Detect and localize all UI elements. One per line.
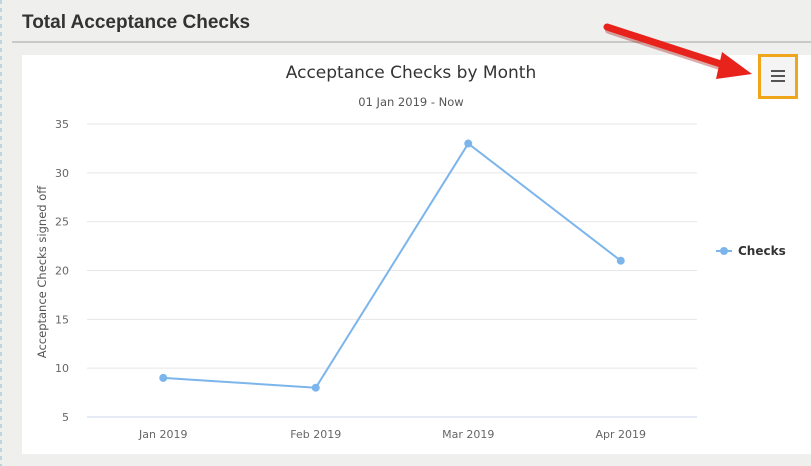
y-tick-label: 20	[55, 265, 69, 278]
y-tick-label: 30	[55, 167, 69, 180]
y-tick-label: 5	[62, 411, 69, 424]
legend-symbol	[720, 247, 728, 255]
series-line	[163, 142, 622, 389]
left-border-decoration	[0, 0, 2, 466]
chart-subtitle: 01 Jan 2019 - Now	[358, 95, 463, 109]
x-tick-label: Jan 2019	[138, 428, 187, 441]
hamburger-menu-icon	[771, 70, 785, 85]
title-divider	[12, 41, 811, 43]
y-tick-label: 10	[55, 362, 69, 375]
chart-panel: Acceptance Checks by Month 01 Jan 2019 -…	[22, 55, 811, 454]
x-tick-label: Mar 2019	[442, 428, 494, 441]
x-tick-label: Feb 2019	[290, 428, 341, 441]
y-axis-label: Acceptance Checks signed off	[35, 185, 49, 358]
legend[interactable]: Checks	[716, 244, 786, 258]
y-tick-label: 15	[55, 313, 69, 326]
chart-title: Acceptance Checks by Month	[286, 63, 536, 83]
y-axis-ticks: 5 10 15 20 25 30 35	[55, 118, 69, 424]
x-tick-label: Apr 2019	[595, 428, 646, 441]
grid-lines	[87, 123, 697, 418]
data-point[interactable]	[311, 383, 320, 392]
data-point[interactable]	[616, 256, 625, 265]
data-point[interactable]	[464, 139, 473, 148]
chart-context-menu-button[interactable]	[758, 54, 798, 99]
data-point[interactable]	[159, 373, 168, 382]
series-checks	[159, 139, 625, 392]
legend-item-label: Checks	[738, 244, 786, 258]
y-tick-label: 25	[55, 216, 69, 229]
line-chart: Acceptance Checks by Month 01 Jan 2019 -…	[35, 63, 786, 441]
x-axis-ticks: Jan 2019 Feb 2019 Mar 2019 Apr 2019	[138, 428, 646, 441]
page: Total Acceptance Checks Acceptance Check…	[0, 0, 811, 466]
y-tick-label: 35	[55, 118, 69, 131]
section-title: Total Acceptance Checks	[22, 12, 251, 33]
